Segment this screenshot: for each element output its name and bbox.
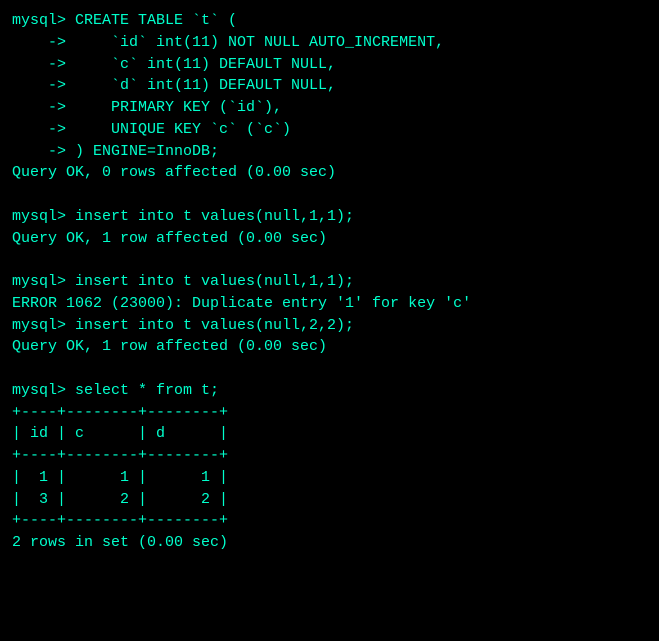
terminal-line: | id | c | d |: [12, 423, 647, 445]
terminal-empty-line: [12, 184, 647, 206]
terminal-line: mysql> insert into t values(null,2,2);: [12, 315, 647, 337]
terminal-line: -> `d` int(11) DEFAULT NULL,: [12, 75, 647, 97]
terminal: mysql> CREATE TABLE `t` ( -> `id` int(11…: [12, 10, 647, 631]
terminal-line: mysql> CREATE TABLE `t` (: [12, 10, 647, 32]
terminal-empty-line: [12, 249, 647, 271]
terminal-line: -> `c` int(11) DEFAULT NULL,: [12, 54, 647, 76]
terminal-line: +----+--------+--------+: [12, 445, 647, 467]
terminal-line: -> PRIMARY KEY (`id`),: [12, 97, 647, 119]
terminal-line: +----+--------+--------+: [12, 402, 647, 424]
terminal-line: +----+--------+--------+: [12, 510, 647, 532]
terminal-line: 2 rows in set (0.00 sec): [12, 532, 647, 554]
terminal-line: -> UNIQUE KEY `c` (`c`): [12, 119, 647, 141]
terminal-line: Query OK, 0 rows affected (0.00 sec): [12, 162, 647, 184]
terminal-line: -> ) ENGINE=InnoDB;: [12, 141, 647, 163]
terminal-line: mysql> insert into t values(null,1,1);: [12, 206, 647, 228]
terminal-line: | 3 | 2 | 2 |: [12, 489, 647, 511]
terminal-line: ERROR 1062 (23000): Duplicate entry '1' …: [12, 293, 647, 315]
terminal-line: Query OK, 1 row affected (0.00 sec): [12, 228, 647, 250]
terminal-line: mysql> insert into t values(null,1,1);: [12, 271, 647, 293]
terminal-line: -> `id` int(11) NOT NULL AUTO_INCREMENT,: [12, 32, 647, 54]
terminal-line: mysql> select * from t;: [12, 380, 647, 402]
terminal-line: Query OK, 1 row affected (0.00 sec): [12, 336, 647, 358]
terminal-line: | 1 | 1 | 1 |: [12, 467, 647, 489]
terminal-empty-line: [12, 358, 647, 380]
